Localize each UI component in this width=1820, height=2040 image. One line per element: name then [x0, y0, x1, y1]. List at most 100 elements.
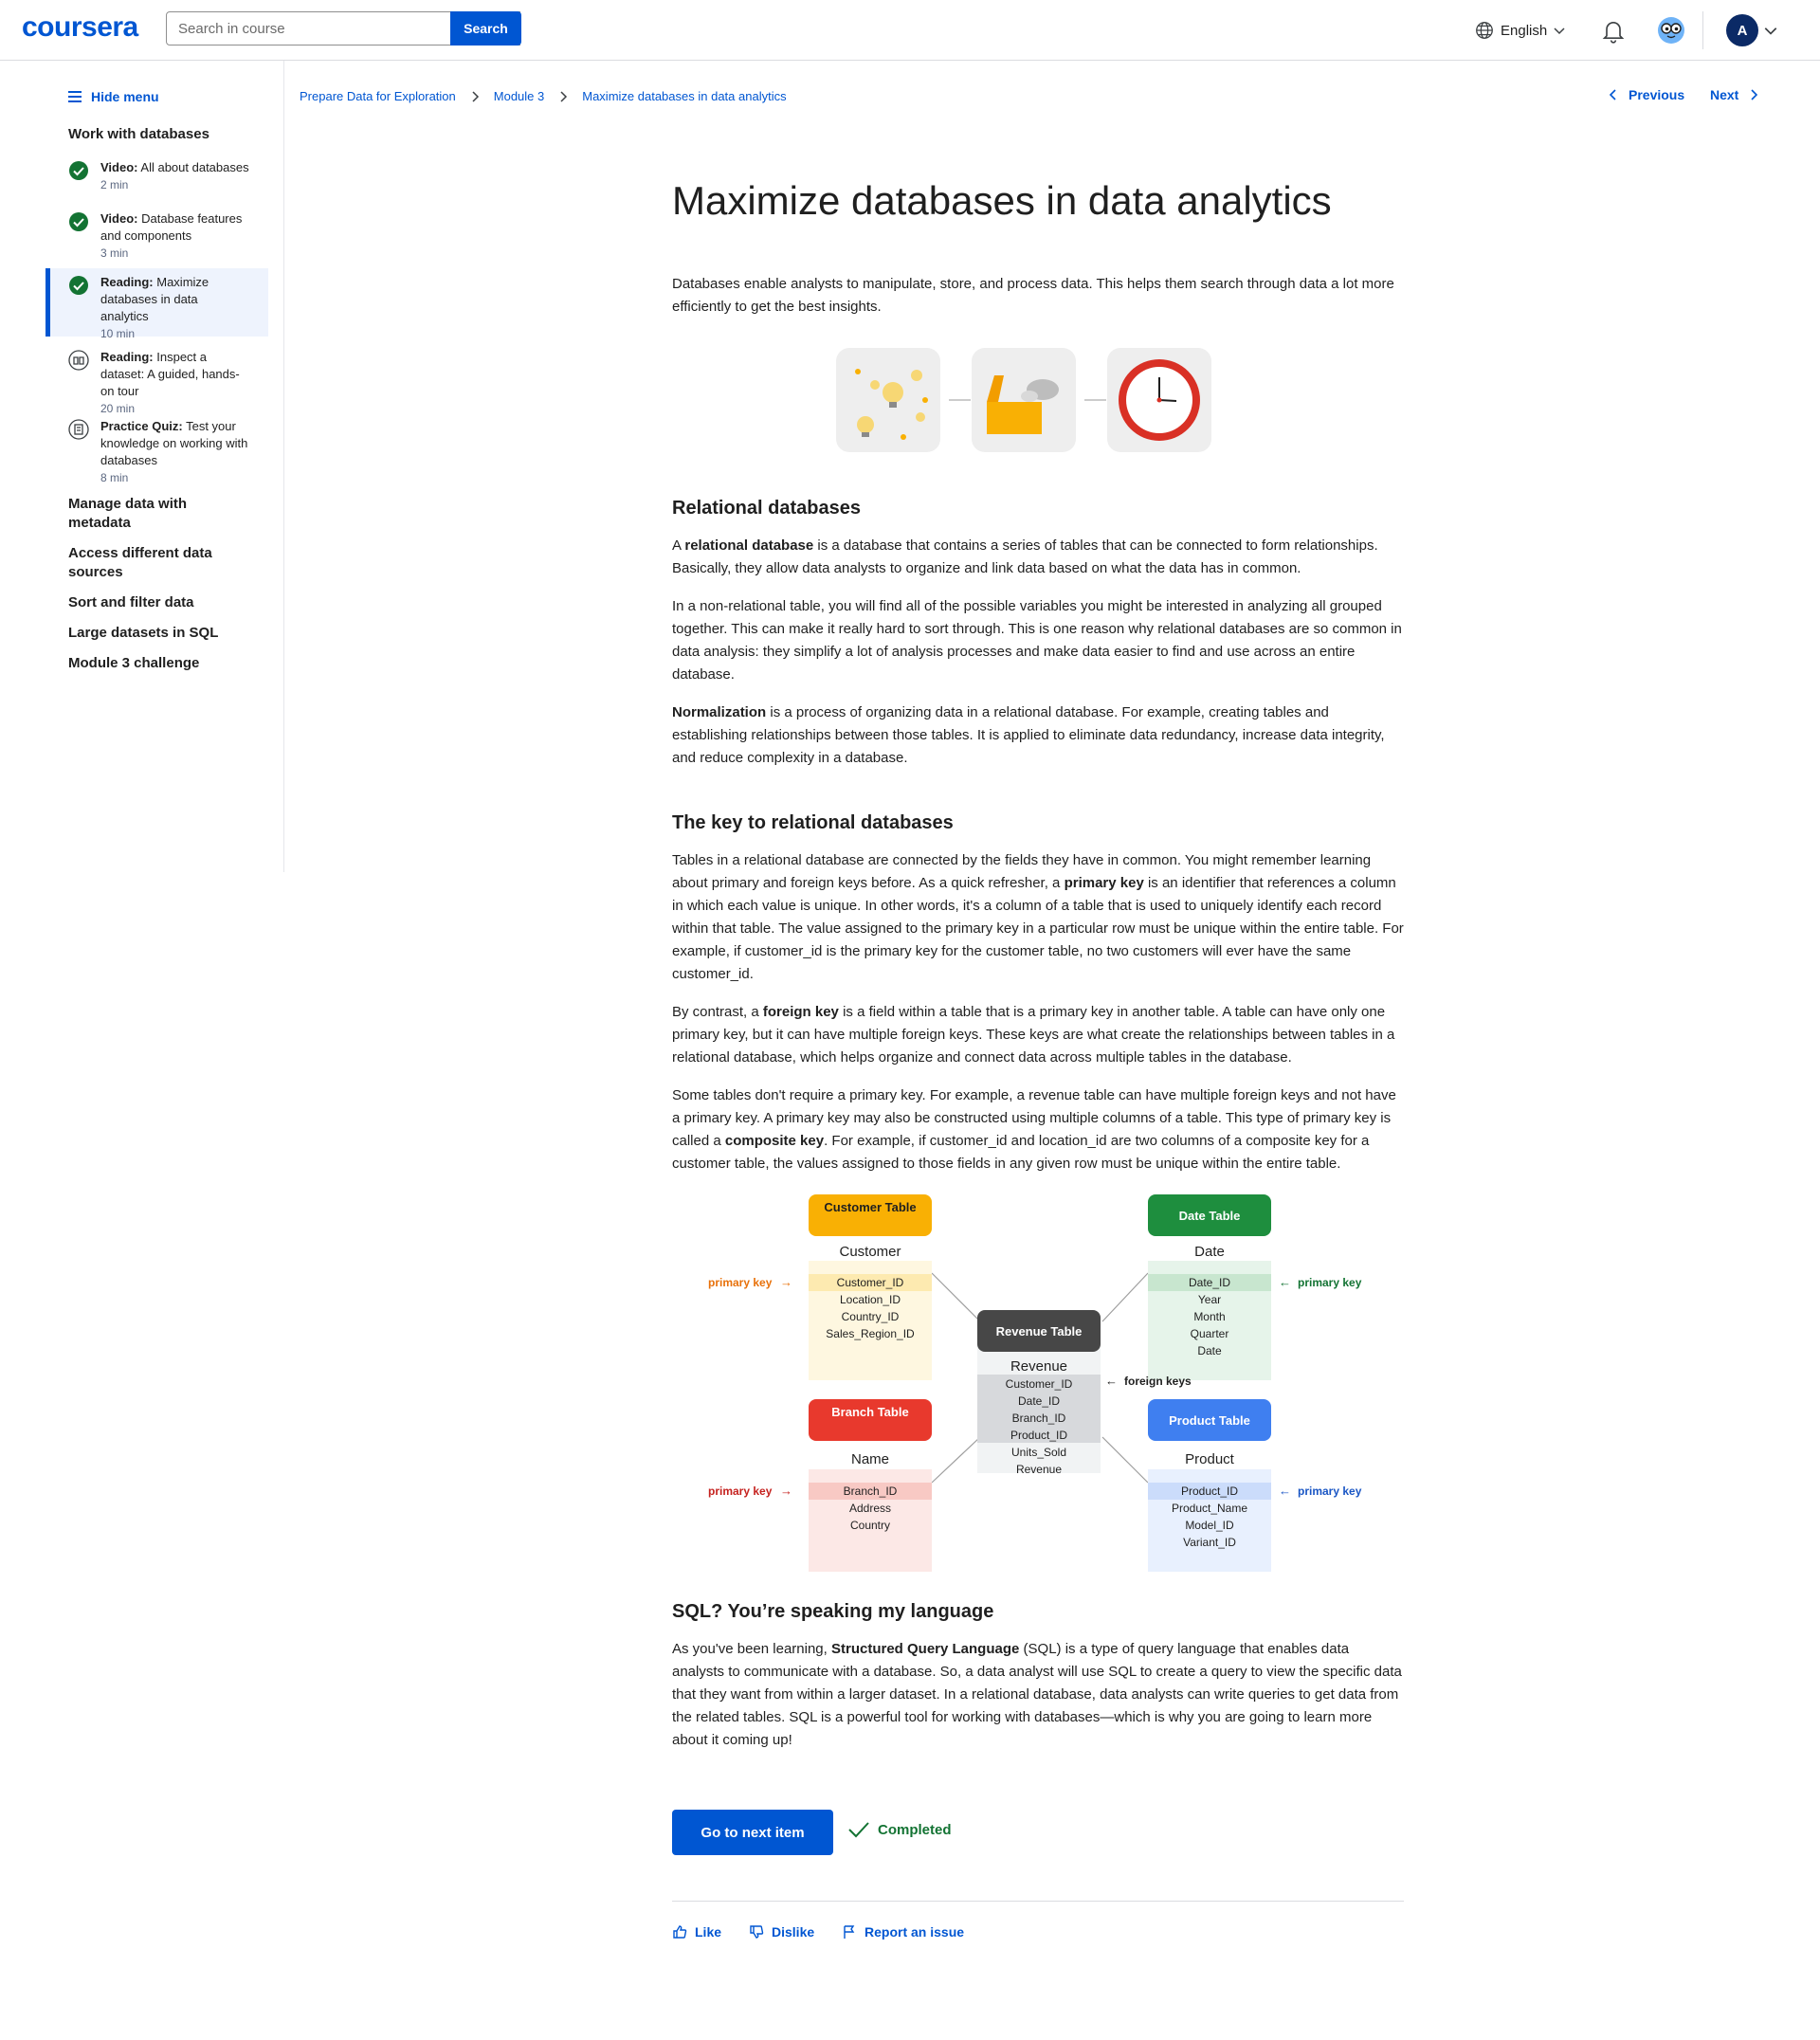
heading-relational-databases: Relational databases: [672, 498, 861, 519]
date-field: Year: [1198, 1293, 1221, 1306]
item-type: Video:: [100, 160, 138, 174]
primary-key-label-product: primary key: [1298, 1484, 1362, 1498]
go-to-next-item-button[interactable]: Go to next item: [672, 1810, 833, 1855]
reading-book-icon: [68, 350, 89, 371]
hide-menu-label: Hide menu: [91, 89, 159, 104]
coach-mascot-icon[interactable]: [1657, 16, 1685, 45]
revenue-field: Date_ID: [1018, 1394, 1060, 1408]
previous-button[interactable]: Previous: [1608, 87, 1684, 102]
chevron-down-icon: [1554, 27, 1565, 35]
header-divider: [1702, 11, 1703, 49]
sidebar-item-database-features[interactable]: Video: Database features and components …: [46, 205, 268, 267]
sidebar-item-practice-quiz[interactable]: Practice Quiz: Test your knowledge on wo…: [46, 412, 268, 492]
page-title: Maximize databases in data analytics: [672, 178, 1332, 223]
product-field: Variant_ID: [1183, 1536, 1236, 1549]
lightbulbs-illustration: [836, 348, 940, 452]
notifications-bell-icon[interactable]: [1600, 17, 1627, 44]
hide-menu-button[interactable]: Hide menu: [68, 89, 159, 104]
chevron-right-icon: [1751, 89, 1758, 100]
open-box-illustration: [972, 348, 1076, 452]
item-duration: 3 min: [100, 246, 129, 260]
branch-field: Country: [850, 1519, 890, 1532]
completed-check-icon: [69, 212, 88, 231]
sidebar-item-maximize-databases[interactable]: Reading: Maximize databases in data anal…: [46, 268, 268, 340]
sidebar-section-data-sources[interactable]: Access different data sources: [68, 544, 248, 582]
product-field: Product_ID: [1181, 1484, 1238, 1498]
product-field: Product_Name: [1172, 1502, 1247, 1515]
revenue-field: Units_Sold: [1011, 1446, 1066, 1459]
dislike-label: Dislike: [772, 1924, 815, 1940]
globe-icon: [1476, 22, 1493, 39]
date-field: Date: [1197, 1344, 1222, 1357]
completed-check-icon: [69, 161, 88, 180]
arrow-right-icon: →: [780, 1484, 792, 1498]
paragraph-non-relational: In a non-relational table, you will find…: [672, 598, 1402, 683]
revenue-entity: Revenue: [1010, 1358, 1067, 1375]
date-field: Date_ID: [1189, 1276, 1230, 1289]
sidebar-section-sort-filter[interactable]: Sort and filter data: [68, 593, 248, 612]
relational-database-diagram: Customer Table Customer Customer_ID Loca…: [708, 1194, 1362, 1572]
breadcrumb-current[interactable]: Maximize databases in data analytics: [582, 89, 786, 103]
breadcrumb: Prepare Data for Exploration Module 3 Ma…: [300, 89, 787, 103]
flag-icon: [844, 1925, 855, 1939]
completed-label: Completed: [878, 1821, 952, 1838]
sidebar-item-inspect-dataset[interactable]: Reading: Inspect a dataset: A guided, ha…: [46, 343, 268, 423]
top-header: coursera Search English A: [0, 0, 1820, 61]
sidebar-section-work-with-databases[interactable]: Work with databases: [68, 125, 248, 144]
revenue-table-header: Revenue Table: [996, 1324, 1083, 1339]
chevron-right-icon: [560, 90, 568, 102]
quiz-clipboard-icon: [68, 419, 89, 440]
customer-field: Country_ID: [842, 1310, 900, 1323]
report-issue-button[interactable]: Report an issue: [842, 1924, 964, 1940]
item-type: Reading:: [100, 350, 154, 364]
language-label: English: [1501, 22, 1548, 39]
account-chevron-down-icon[interactable]: [1763, 23, 1778, 38]
sidebar-item-all-about-databases[interactable]: Video: All about databases 2 min: [46, 154, 268, 199]
item-title: All about databases: [140, 160, 249, 174]
heading-key-to-relational: The key to relational databases: [672, 812, 954, 833]
customer-field: Sales_Region_ID: [826, 1327, 915, 1340]
arrow-right-icon: →: [780, 1275, 792, 1289]
product-table-header: Product Table: [1169, 1413, 1250, 1428]
item-duration: 2 min: [100, 178, 129, 191]
coursera-logo[interactable]: coursera: [22, 11, 138, 44]
arrow-left-icon: ←: [1105, 1374, 1118, 1388]
next-button[interactable]: Next: [1710, 87, 1759, 102]
revenue-field: Customer_ID: [1006, 1377, 1073, 1391]
previous-label: Previous: [1629, 87, 1685, 102]
date-field: Month: [1193, 1310, 1225, 1323]
like-label: Like: [695, 1924, 722, 1940]
breadcrumb-module[interactable]: Module 3: [494, 89, 544, 103]
user-avatar[interactable]: A: [1726, 14, 1758, 46]
customer-entity: Customer: [839, 1244, 901, 1260]
date-field: Quarter: [1191, 1327, 1229, 1340]
next-label: Next: [1710, 87, 1739, 102]
product-table: Product Table Product Product_ID Product…: [1148, 1399, 1362, 1572]
breadcrumb-course[interactable]: Prepare Data for Exploration: [300, 89, 456, 103]
item-type: Reading:: [100, 275, 154, 289]
paragraph-primary-key: Tables in a relational database are conn…: [672, 852, 1404, 982]
completed-check-icon: [69, 276, 88, 295]
dislike-button[interactable]: Dislike: [749, 1924, 814, 1940]
date-table-header: Date Table: [1179, 1209, 1241, 1223]
revenue-field: Branch_ID: [1012, 1412, 1066, 1425]
paragraph-relational-definition: A relational database is a database that…: [672, 537, 1378, 576]
menu-icon: [68, 91, 82, 102]
customer-table: Customer Table Customer Customer_ID Loca…: [708, 1194, 932, 1380]
article: Maximize databases in data analytics Dat…: [672, 171, 1404, 1752]
search-button[interactable]: Search: [450, 11, 521, 46]
date-entity: Date: [1194, 1244, 1225, 1260]
item-type: Practice Quiz:: [100, 419, 183, 433]
language-selector[interactable]: English: [1474, 19, 1566, 42]
completed-status: Completed: [847, 1820, 952, 1839]
foreign-keys-label: foreign keys: [1124, 1375, 1192, 1388]
item-duration: 8 min: [100, 471, 129, 484]
date-table: Date Table Date Date_ID Year Month Quart…: [1148, 1194, 1362, 1380]
sidebar-section-metadata[interactable]: Manage data with metadata: [68, 495, 248, 533]
sidebar-section-module-challenge[interactable]: Module 3 challenge: [68, 654, 248, 673]
content-divider: [672, 1901, 1404, 1902]
chevron-right-icon: [472, 90, 479, 102]
customer-field: Customer_ID: [837, 1276, 904, 1289]
sidebar-section-large-datasets[interactable]: Large datasets in SQL: [68, 624, 248, 643]
like-button[interactable]: Like: [672, 1924, 721, 1940]
